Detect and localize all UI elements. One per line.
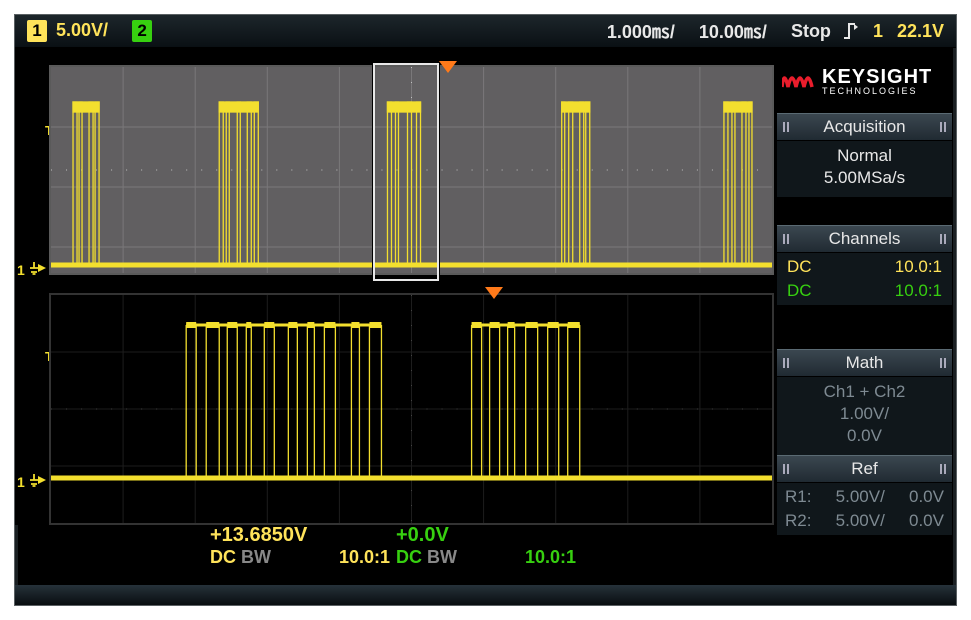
ref-row-1[interactable]: R1: 5.00V/ 0.0V	[777, 485, 952, 509]
brand-sub: TECHNOLOGIES	[822, 86, 932, 96]
ch1-probe: 10.0:1	[339, 547, 390, 568]
overview-waveform[interactable]	[49, 65, 774, 275]
ref-header[interactable]: Ref	[777, 455, 952, 483]
ch1-badge[interactable]: 1	[27, 20, 47, 42]
ch1-coupling-sb: DC	[787, 255, 812, 279]
ch2-badge[interactable]: 2	[132, 20, 152, 42]
math-panel: Ch1 + Ch2 1.00V/ 0.0V	[777, 377, 952, 455]
footer-bar	[15, 585, 956, 605]
run-stop-state[interactable]: Stop	[779, 21, 843, 42]
top-status-bar: 1 5.00V/ 2 1.000㎳/ 10.00㎳/ Stop 1 22.1V	[15, 15, 956, 48]
ch2-measurement: +0.0V	[396, 523, 576, 547]
math-offset: 0.0V	[777, 425, 952, 447]
trigger-time-indicator-top	[439, 61, 457, 73]
acquisition-panel: Normal 5.00MSa/s	[777, 141, 952, 197]
ref-panel: R1: 5.00V/ 0.0V R2: 5.00V/ 0.0V	[777, 483, 952, 535]
ground-column	[15, 47, 49, 525]
ch2-coupling: DC	[396, 547, 422, 567]
channels-header[interactable]: Channels	[777, 225, 952, 253]
ch1-probe-sb: 10.0:1	[895, 255, 942, 279]
trigger-channel[interactable]: 1	[873, 21, 883, 42]
ground-marker-ch1-bot: 1	[17, 473, 47, 490]
ch2-bw: BW	[427, 547, 457, 567]
zoom-waveform[interactable]	[49, 293, 774, 525]
channels-panel: DC 10.0:1 DC 10.0:1	[777, 253, 952, 305]
time-position[interactable]: 10.00㎳/	[687, 18, 779, 44]
right-sidebar: KEYSIGHT TECHNOLOGIES Acquisition Normal…	[777, 51, 952, 585]
trigger-time-indicator-bot	[485, 287, 503, 299]
ch2-probe: 10.0:1	[525, 547, 576, 568]
channel-row-1[interactable]: DC 10.0:1	[777, 255, 952, 279]
acq-mode: Normal	[777, 145, 952, 167]
waveform-area[interactable]	[49, 65, 774, 525]
ground-marker-ch1-top: 1	[17, 261, 47, 278]
math-op: Ch1 + Ch2	[777, 381, 952, 403]
acquisition-header[interactable]: Acquisition	[777, 113, 952, 141]
math-scale: 1.00V/	[777, 403, 952, 425]
ch2-coupling-sb: DC	[787, 279, 812, 303]
ch1-vscale[interactable]: 5.00V/	[56, 20, 108, 40]
trigger-edge-icon	[843, 22, 859, 40]
ch1-coupling: DC	[210, 547, 236, 567]
trigger-level[interactable]: 22.1V	[897, 21, 944, 42]
brand-logo: KEYSIGHT TECHNOLOGIES	[777, 51, 952, 113]
acq-rate: 5.00MSa/s	[777, 167, 952, 189]
time-per-div[interactable]: 1.000㎳/	[595, 18, 687, 44]
ch1-bw: BW	[241, 547, 271, 567]
ref-row-2[interactable]: R2: 5.00V/ 0.0V	[777, 509, 952, 533]
ch2-probe-sb: 10.0:1	[895, 279, 942, 303]
brand-name: KEYSIGHT	[822, 68, 932, 86]
channel-row-2[interactable]: DC 10.0:1	[777, 279, 952, 303]
keysight-wave-icon	[782, 67, 816, 97]
math-header[interactable]: Math	[777, 349, 952, 377]
ch1-measurement: +13.6850V	[210, 523, 390, 547]
